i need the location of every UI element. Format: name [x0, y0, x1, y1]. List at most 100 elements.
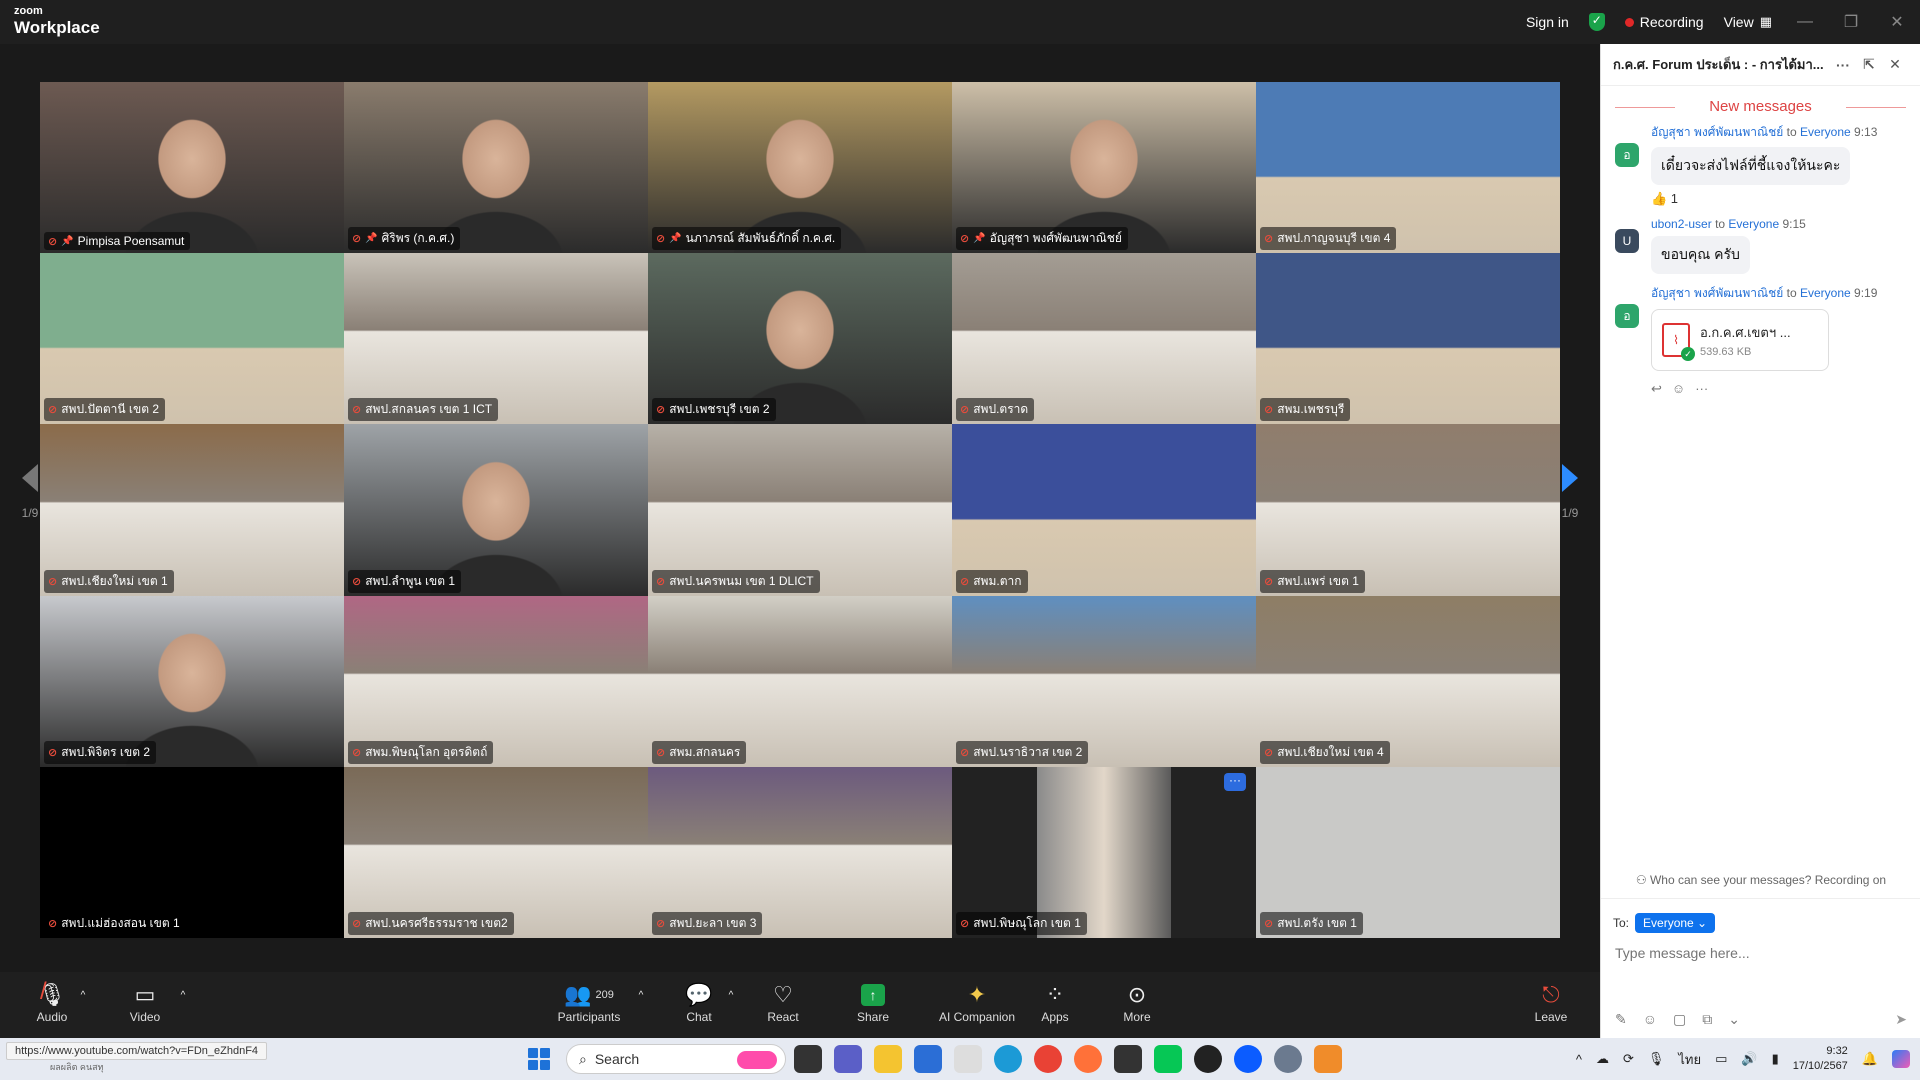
teams-icon[interactable]: [834, 1045, 862, 1073]
video-tile[interactable]: ⊘ สพป.ตราด: [952, 253, 1256, 425]
sign-in-button[interactable]: Sign in: [1516, 0, 1579, 44]
recipient-dropdown[interactable]: Everyone ⌄: [1635, 913, 1716, 933]
video-tile[interactable]: ⊘ สพป.เพชรบุรี เขต 2: [648, 253, 952, 425]
edge-icon[interactable]: [994, 1045, 1022, 1073]
volume-icon[interactable]: 🔊: [1741, 1051, 1757, 1067]
recipient[interactable]: Everyone: [1800, 286, 1851, 300]
video-tile[interactable]: ⊘ สพป.เชียงใหม่ เขต 1: [40, 424, 344, 596]
popout-icon[interactable]: ⇱: [1856, 56, 1882, 73]
format-icon[interactable]: ✎: [1615, 1011, 1627, 1028]
participants-options-caret[interactable]: ^: [626, 980, 656, 1010]
emoji-icon[interactable]: ☺: [1643, 1011, 1657, 1028]
audio-options-caret[interactable]: ^: [68, 980, 98, 1010]
onedrive-icon[interactable]: ☁: [1596, 1051, 1609, 1067]
screenshot-icon[interactable]: ⧉: [1702, 1011, 1712, 1028]
video-tile[interactable]: ⊘ สพป.นครพนม เขต 1 DLICT: [648, 424, 952, 596]
participants-button[interactable]: 👥 209 Participants: [544, 980, 634, 1024]
thumbs-up-reaction[interactable]: 👍 1: [1651, 191, 1908, 207]
chat-message: อ อัญสุชา พงศ์พัฒนพาณิชย์ to Everyone 9:…: [1601, 284, 1920, 371]
file-attachment[interactable]: ⌇ ✓ อ.ก.ค.ศ.เขตฯ ... 539.63 KB: [1651, 309, 1829, 371]
file-icon[interactable]: ▢: [1673, 1011, 1686, 1028]
microphone-icon[interactable]: 🎙: [1648, 1051, 1665, 1067]
video-tile[interactable]: ⊘ สพม.สกลนคร: [648, 595, 952, 767]
tile-more-button[interactable]: ···: [1224, 772, 1246, 791]
chevron-up-icon: ^: [728, 989, 734, 1001]
chrome-icon[interactable]: [1034, 1045, 1062, 1073]
video-tile[interactable]: ⊘ สพป.เชียงใหม่ เขต 4: [1256, 595, 1560, 767]
video-tile[interactable]: ⊘ สพป.กาญจนบุรี เขต 4: [1256, 82, 1560, 254]
language-indicator[interactable]: ไทย: [1678, 1049, 1701, 1070]
send-icon[interactable]: ➤: [1895, 1011, 1907, 1028]
minimize-icon[interactable]: —: [1782, 0, 1828, 44]
leave-button[interactable]: ⎋ Leave: [1506, 980, 1596, 1024]
reply-icon[interactable]: ↩: [1651, 381, 1662, 397]
close-window-icon[interactable]: ✕: [1874, 0, 1920, 44]
message-input[interactable]: [1615, 945, 1905, 961]
amazon-icon[interactable]: [954, 1045, 982, 1073]
more-options-icon[interactable]: ···: [1830, 57, 1856, 73]
chevron-up-icon[interactable]: ^: [1576, 1052, 1582, 1067]
mic-muted-icon: ⊘: [656, 917, 666, 930]
video-tile[interactable]: ⊘ สพม.พิษณุโลก อุตรดิตถ์: [344, 595, 648, 767]
video-tile[interactable]: ⊘ สพม.เพชรบุรี: [1256, 253, 1560, 425]
view-button[interactable]: View ▦: [1714, 0, 1782, 44]
video-tile[interactable]: ⊘ 📌 อัญสุชา พงศ์พัฒนพาณิชย์: [952, 82, 1256, 254]
notification-bell-icon[interactable]: 🔔: [1862, 1051, 1878, 1067]
sender-name[interactable]: อัญสุชา พงศ์พัฒนพาณิชย์: [1651, 125, 1783, 139]
encryption-shield-icon[interactable]: [1579, 0, 1615, 44]
video-tile[interactable]: ⊘ สพป.ตรัง เขต 1: [1256, 766, 1560, 938]
video-options-caret[interactable]: ^: [168, 980, 198, 1010]
more-actions-icon[interactable]: ···: [1695, 381, 1708, 397]
store-icon[interactable]: [914, 1045, 942, 1073]
file-explorer-icon[interactable]: [874, 1045, 902, 1073]
obs-icon[interactable]: [1194, 1045, 1222, 1073]
apps-button[interactable]: ⁘ Apps: [1010, 980, 1100, 1024]
video-tile[interactable]: ⊘ สพป.แม่ฮ่องสอน เขต 1: [40, 766, 344, 938]
who-can-see-notice[interactable]: ⚇ Who can see your messages? Recording o…: [1601, 873, 1920, 887]
line-icon[interactable]: [1154, 1045, 1182, 1073]
chevron-down-icon[interactable]: ⌄: [1728, 1011, 1740, 1028]
task-view-icon[interactable]: [794, 1045, 822, 1073]
taskbar-search[interactable]: ⌕ Search: [566, 1044, 786, 1074]
participant-label: ⊘ 📌 อัญสุชา พงศ์พัฒนพาณิชย์: [956, 227, 1128, 251]
battery-icon[interactable]: ▮: [1772, 1051, 1779, 1067]
recipient[interactable]: Everyone: [1728, 217, 1779, 231]
video-tile[interactable]: ⊘ สพป.สกลนคร เขต 1 ICT: [344, 253, 648, 425]
react-button[interactable]: ♡ React: [738, 980, 828, 1024]
video-tile[interactable]: ⊘ สพป.ยะลา เขต 3: [648, 766, 952, 938]
video-tile[interactable]: ⊘ 📌 Pimpisa Poensamut: [40, 82, 344, 254]
participant-name: สพป.ลำพูน เขต 1: [365, 573, 456, 588]
sender-name[interactable]: อัญสุชา พงศ์พัฒนพาณิชย์: [1651, 286, 1783, 300]
share-button[interactable]: ↑ Share: [828, 980, 918, 1024]
video-tile[interactable]: ··· ⊘ สพป.พิษณุโลก เขต 1: [952, 766, 1256, 938]
sender-name[interactable]: ubon2-user: [1651, 217, 1712, 231]
network-icon[interactable]: ▭: [1715, 1051, 1727, 1067]
emoji-react-icon[interactable]: ☺: [1672, 381, 1685, 397]
copilot-icon[interactable]: [1892, 1050, 1910, 1068]
next-page-button[interactable]: 1/9: [1555, 464, 1585, 520]
firefox-icon[interactable]: [1074, 1045, 1102, 1073]
zoom-icon[interactable]: [1234, 1045, 1262, 1073]
restore-icon[interactable]: ❐: [1828, 0, 1874, 44]
recording-indicator[interactable]: Recording: [1615, 0, 1714, 44]
more-button[interactable]: ⊙ More: [1092, 980, 1182, 1024]
video-tile[interactable]: ⊘ สพป.นราธิวาส เขต 2: [952, 595, 1256, 767]
participant-name: อัญสุชา พงศ์พัฒนพาณิชย์: [989, 231, 1122, 246]
sync-icon[interactable]: ⟳: [1623, 1051, 1634, 1067]
start-icon[interactable]: [528, 1048, 550, 1070]
video-tile[interactable]: ⊘ 📌 ศิริพร (ก.ค.ศ.): [344, 82, 648, 254]
video-tile[interactable]: ⊘ สพป.ลำพูน เขต 1: [344, 424, 648, 596]
video-tile[interactable]: ⊘ 📌 นภาภรณ์ สัมพันธ์ภักดิ์ ก.ค.ศ.: [648, 82, 952, 254]
windows-taskbar: https://www.youtube.com/watch?v=FDn_eZhd…: [0, 1038, 1920, 1080]
video-tile[interactable]: ⊘ สพป.พิจิตร เขต 2: [40, 595, 344, 767]
video-tile[interactable]: ⊘ สพป.แพร่ เขต 1: [1256, 424, 1560, 596]
video-tile[interactable]: ⊘ สพป.ปัตตานี เขต 2: [40, 253, 344, 425]
recipient[interactable]: Everyone: [1800, 125, 1851, 139]
settings-icon[interactable]: [1274, 1045, 1302, 1073]
clock[interactable]: 9:32 17/10/2567: [1793, 1044, 1848, 1074]
close-icon[interactable]: ✕: [1882, 56, 1908, 73]
app-icon[interactable]: [1114, 1045, 1142, 1073]
active-app-icon[interactable]: [1314, 1045, 1342, 1073]
video-tile[interactable]: ⊘ สพม.ตาก: [952, 424, 1256, 596]
video-tile[interactable]: ⊘ สพป.นครศรีธรรมราช เขต2: [344, 766, 648, 938]
